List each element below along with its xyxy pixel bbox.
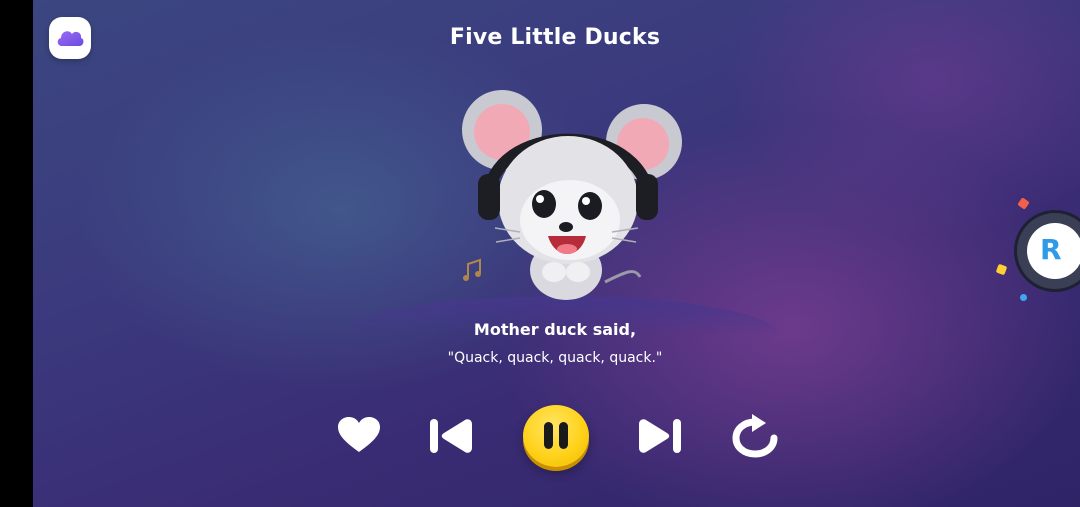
repeat-icon — [732, 414, 778, 458]
music-player-screen: Five Little Ducks Mother duck said, "Qua… — [0, 0, 1080, 507]
skip-previous-icon — [430, 419, 472, 453]
pause-icon — [544, 422, 553, 449]
previous-track-button[interactable] — [429, 418, 475, 454]
lyric-line-next: "Quack, quack, quack, quack." — [447, 350, 663, 366]
mouse-mascot-illustration — [462, 90, 682, 300]
favorite-button[interactable] — [337, 416, 381, 454]
pause-button[interactable] — [523, 405, 589, 467]
screen-bezel — [0, 0, 33, 507]
lyric-line-current: Mother duck said, — [473, 320, 637, 339]
pause-icon-bar — [559, 422, 568, 449]
song-title: Five Little Ducks — [449, 25, 661, 50]
cloud-icon — [57, 31, 84, 46]
reading-badge-icon: R — [1027, 223, 1080, 279]
next-track-button[interactable] — [636, 418, 682, 454]
repeat-button[interactable] — [732, 414, 778, 458]
menu-button[interactable] — [49, 17, 91, 59]
skip-next-icon — [639, 419, 681, 453]
confetti-decoration — [1020, 294, 1027, 301]
heart-icon — [338, 417, 380, 452]
reading-badge-letter: R — [1040, 233, 1062, 266]
